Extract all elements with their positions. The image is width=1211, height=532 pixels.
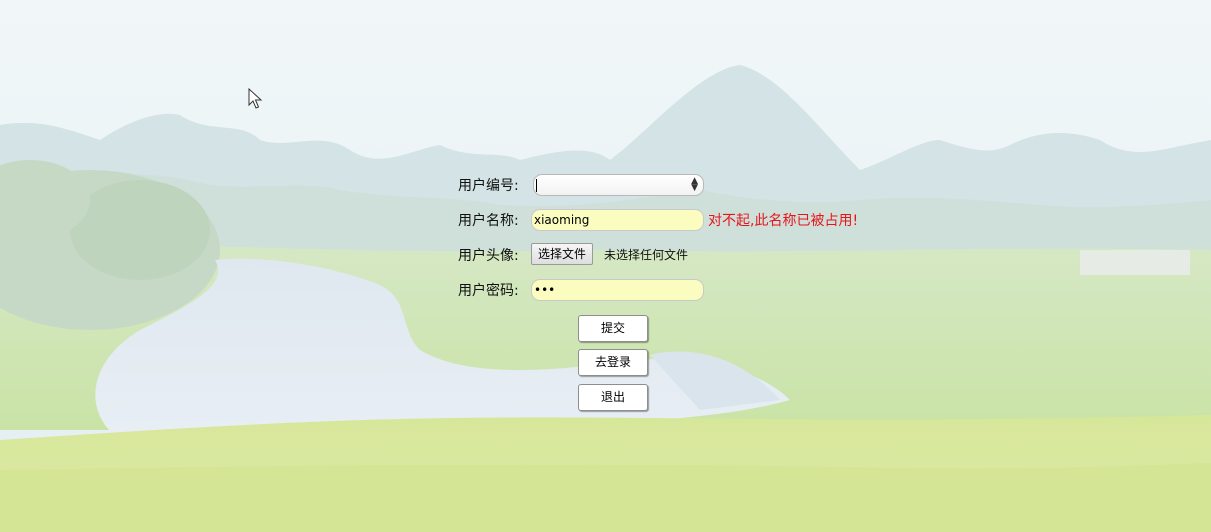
submit-button[interactable]: 提交 (578, 315, 648, 342)
choose-file-button[interactable]: 选择文件 (531, 243, 594, 265)
password-label: 用户密码: (458, 283, 519, 299)
file-status-text: 未选择任何文件 (604, 248, 689, 262)
go-login-button[interactable]: 去登录 (578, 349, 648, 376)
text-caret (536, 179, 537, 192)
user-name-error: 对不起,此名称已被占用! (708, 213, 859, 229)
password-input[interactable]: ••• (531, 279, 704, 301)
user-name-label: 用户名称: (458, 213, 519, 229)
user-id-label: 用户编号: (458, 178, 519, 194)
user-id-select[interactable]: ▲ ▼ (533, 174, 704, 196)
exit-button[interactable]: 退出 (578, 384, 648, 411)
avatar-label: 用户头像: (458, 248, 519, 264)
user-name-input[interactable]: xiaoming (531, 209, 704, 231)
select-arrows-icon: ▲ ▼ (691, 176, 698, 193)
register-form: 用户编号: ▲ ▼ 用户名称: xiaoming 对不起,此名称已被占用! 用户头… (0, 0, 1211, 532)
